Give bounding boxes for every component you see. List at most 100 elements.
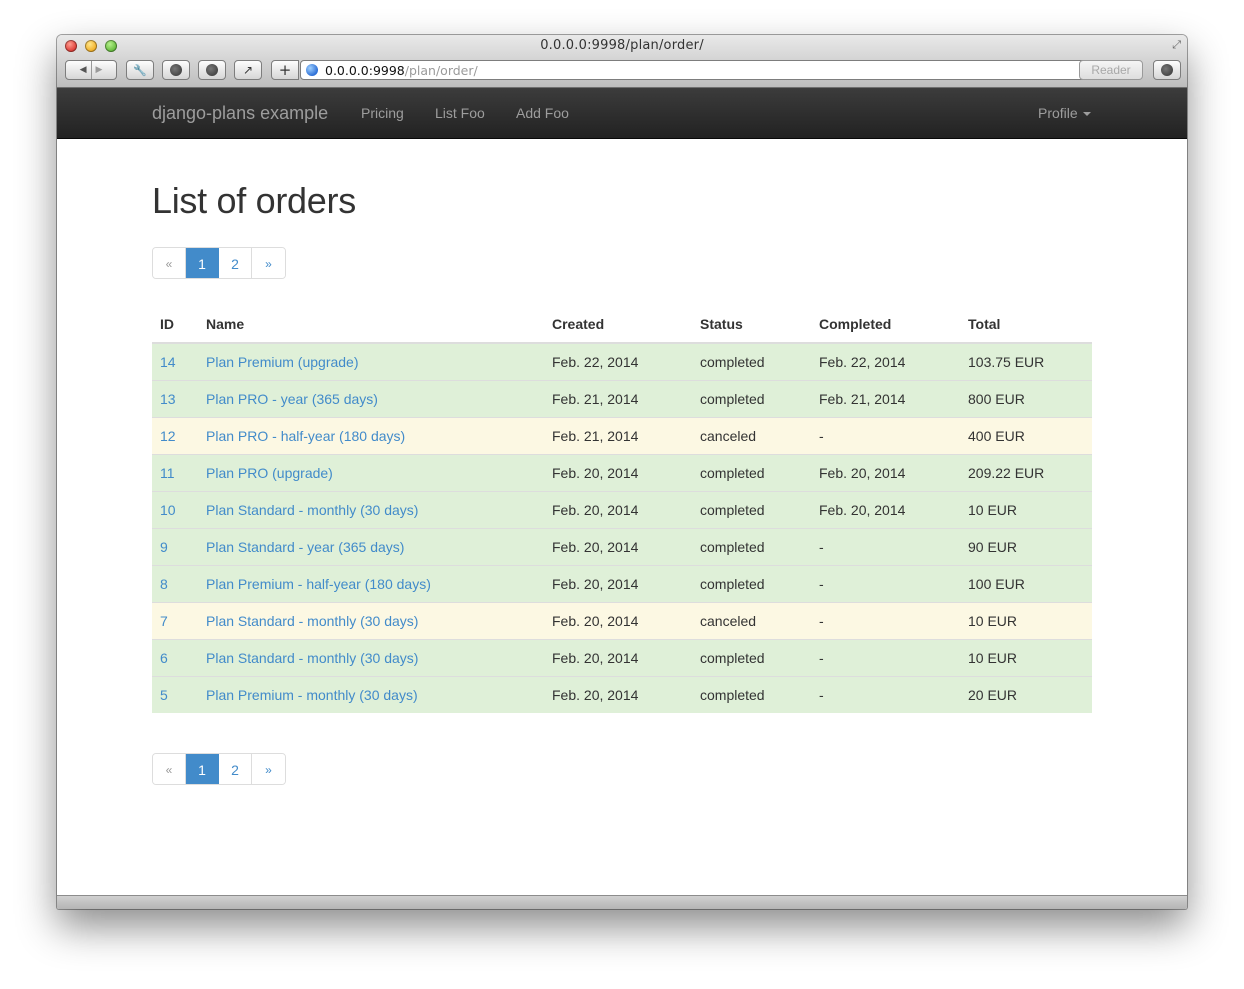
back-icon[interactable]: ◀ [80,65,87,75]
table-cell-status: completed [692,528,811,566]
table-cell-status: canceled [692,417,811,455]
nav-link-pricing[interactable]: Pricing [361,105,404,121]
table-cell-name: Plan Standard - monthly (30 days) [198,491,544,529]
table-cell-name: Plan Standard - year (365 days) [198,528,544,566]
order-status: completed [700,687,765,703]
order-id-link[interactable]: 10 [160,502,176,518]
order-name-link[interactable]: Plan PRO - half-year (180 days) [206,428,405,444]
tools-button[interactable]: 🔧 [126,60,154,80]
extension-icon [170,64,182,76]
table-cell-status: completed [692,342,811,381]
order-completed: - [819,687,824,703]
order-name-link[interactable]: Plan PRO (upgrade) [206,465,333,481]
order-total: 209.22 EUR [968,465,1045,481]
back-forward-buttons: ◀ ▶ [65,60,117,80]
pagination-page-1[interactable]: 1 [186,754,219,784]
order-name-link[interactable]: Plan Premium (upgrade) [206,354,359,370]
table-row: 11 Plan PRO (upgrade) Feb. 20, 2014 complet… [152,454,1092,492]
table-cell-id: 14 [152,342,198,381]
order-total: 10 EUR [968,650,1018,666]
order-id-link[interactable]: 11 [160,465,175,481]
share-button[interactable]: ↗ [234,60,262,80]
table-cell-completed: Feb. 22, 2014 [811,342,960,381]
orders-table: ID Name Created Status Completed Total 1… [152,306,1092,713]
order-name-link[interactable]: Plan Standard - monthly (30 days) [206,613,418,629]
order-created: Feb. 20, 2014 [552,502,639,518]
order-created: Feb. 20, 2014 [552,539,639,555]
order-id-link[interactable]: 13 [160,391,176,407]
table-cell-id: 11 [152,454,198,492]
order-total: 10 EUR [968,502,1018,518]
order-name-link[interactable]: Plan PRO - year (365 days) [206,391,378,407]
pagination-prev: « [153,754,186,784]
add-bookmark-button[interactable]: + [271,60,299,80]
table-cell-total: 10 EUR [960,639,1092,677]
column-header-id: ID [152,306,198,344]
adblock-button[interactable] [198,60,226,80]
table-cell-completed: - [811,676,960,713]
order-created: Feb. 20, 2014 [552,613,639,629]
table-cell-id: 8 [152,565,198,603]
table-cell-created: Feb. 20, 2014 [544,639,692,677]
order-id-link[interactable]: 14 [160,354,176,370]
table-cell-id: 12 [152,417,198,455]
pagination-page-1[interactable]: 1 [186,248,219,278]
order-name-link[interactable]: Plan Premium - half-year (180 days) [206,576,431,592]
hand-icon [206,64,218,76]
table-cell-completed: Feb. 21, 2014 [811,380,960,418]
table-cell-total: 800 EUR [960,380,1092,418]
table-row: 13 Plan PRO - year (365 days) Feb. 21, 201… [152,380,1092,418]
profile-dropdown[interactable]: Profile [1038,105,1091,121]
table-cell-created: Feb. 20, 2014 [544,676,692,713]
order-total: 103.75 EUR [968,354,1045,370]
order-id-link[interactable]: 7 [160,613,168,629]
order-name-link[interactable]: Plan Standard - monthly (30 days) [206,650,418,666]
table-row: 12 Plan PRO - half-year (180 days) Feb. 21… [152,417,1092,455]
fullscreen-icon[interactable]: ⤢ [1172,39,1181,52]
order-status: canceled [700,428,757,444]
table-row: 8 Plan Premium - half-year (180 days) Feb.… [152,565,1092,603]
reader-button[interactable]: Reader [1079,60,1143,80]
pagination-page-2[interactable]: 2 [219,754,252,784]
pagination-bottom: « 1 2 » [152,753,286,785]
order-id-link[interactable]: 6 [160,650,168,666]
pagination-next[interactable]: » [252,248,285,278]
pagination-next[interactable]: » [252,754,285,784]
table-cell-id: 7 [152,602,198,640]
download-icon [1161,64,1173,76]
nav-link-list-foo[interactable]: List Foo [435,105,485,121]
order-name-link[interactable]: Plan Premium - monthly (30 days) [206,687,418,703]
table-cell-id: 13 [152,380,198,418]
order-id-link[interactable]: 12 [160,428,176,444]
table-cell-created: Feb. 21, 2014 [544,380,692,418]
window-title: 0.0.0.0:9998/plan/order/ [540,38,704,53]
table-row: 9 Plan Standard - year (365 days) Feb. 20,… [152,528,1092,566]
navbar-brand[interactable]: django-plans example [152,103,328,124]
order-status: completed [700,650,765,666]
table-cell-created: Feb. 22, 2014 [544,342,692,381]
order-name-link[interactable]: Plan Standard - monthly (30 days) [206,502,418,518]
order-name-link[interactable]: Plan Standard - year (365 days) [206,539,404,555]
extension-button[interactable] [162,60,190,80]
orders-table-body: 14 Plan Premium (upgrade) Feb. 22, 2014 com… [152,342,1092,713]
forward-icon[interactable]: ▶ [96,65,103,75]
order-id-link[interactable]: 9 [160,539,168,555]
order-status: completed [700,502,765,518]
table-header-row: ID Name Created Status Completed Total [152,306,1092,344]
order-id-link[interactable]: 5 [160,687,168,703]
order-id-link[interactable]: 8 [160,576,168,592]
pagination-top: « 1 2 » [152,247,286,279]
table-cell-total: 103.75 EUR [960,342,1092,381]
downloads-button[interactable] [1153,60,1181,80]
nav-link-add-foo[interactable]: Add Foo [516,105,569,121]
order-completed: Feb. 20, 2014 [819,502,906,518]
order-completed: - [819,613,824,629]
pagination-page-2[interactable]: 2 [219,248,252,278]
wrench-icon: 🔧 [133,63,147,77]
table-cell-total: 10 EUR [960,491,1092,529]
navbar: django-plans example Pricing List Foo Ad… [57,88,1187,139]
order-created: Feb. 21, 2014 [552,428,639,444]
pagination-prev: « [153,248,186,278]
table-cell-completed: Feb. 20, 2014 [811,491,960,529]
address-bar[interactable]: 0.0.0.0:9998/plan/order/ ↻ [300,60,1141,80]
